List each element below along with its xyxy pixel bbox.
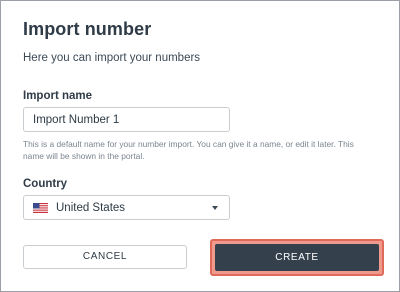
import-name-help-text: This is a default name for your number i…	[23, 139, 354, 161]
chevron-down-icon	[212, 206, 218, 210]
country-select[interactable]: United States	[23, 195, 230, 220]
dialog-subtitle: Here you can import your numbers	[23, 52, 201, 64]
cancel-button[interactable]: CANCEL	[23, 245, 187, 269]
us-flag-icon	[33, 203, 48, 213]
dialog-title: Import number	[23, 19, 152, 39]
import-number-dialog: Import number Here you can import your n…	[0, 0, 400, 292]
country-label: Country	[23, 178, 68, 190]
create-button[interactable]: CREATE	[215, 244, 379, 271]
import-name-input[interactable]	[23, 107, 230, 132]
country-select-value: United States	[56, 202, 126, 214]
import-name-label: Import name	[23, 90, 93, 102]
